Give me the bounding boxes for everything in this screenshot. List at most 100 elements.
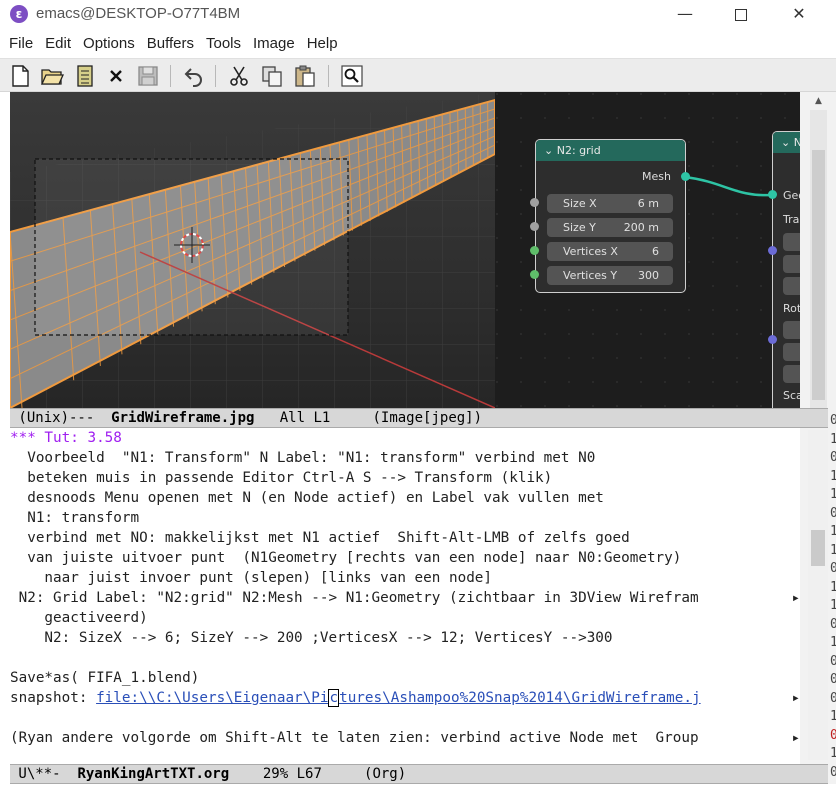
- menu-file[interactable]: File: [4, 30, 38, 58]
- translation-z-field[interactable]: Z: [783, 277, 800, 295]
- field-value: 200 m: [623, 221, 659, 234]
- background-glyph: 1: [830, 635, 836, 650]
- open-folder-icon[interactable]: [40, 64, 65, 88]
- toolbar-separator: [215, 65, 216, 87]
- geometry-input-label: Geom: [783, 189, 800, 202]
- field-label: Size X: [563, 197, 597, 210]
- text-scrollbar[interactable]: [808, 430, 828, 760]
- image-mode-line[interactable]: (Unix)--- GridWireframe.jpg All L1 (Imag…: [10, 408, 828, 428]
- paste-icon[interactable]: [293, 64, 317, 88]
- cut-icon[interactable]: [227, 64, 251, 88]
- rotation-y-field[interactable]: Y: [783, 343, 800, 361]
- node-n2-grid[interactable]: ⌄ N2: grid Mesh Size X 6 m Size Y 200 m Ve…: [535, 139, 686, 293]
- org-text-buffer[interactable]: *** Tut: 3.58 Voorbeeld "N1: Transform" …: [10, 428, 800, 764]
- mode-line-buffer-name: RyanKingArtTXT.org: [77, 766, 230, 782]
- emacs-icon: ε: [10, 5, 28, 23]
- undo-icon[interactable]: [182, 64, 206, 88]
- vertices-y-socket[interactable]: [530, 270, 539, 279]
- image-view: ⌄ N2: grid Mesh Size X 6 m Size Y 200 m Ve…: [10, 92, 800, 408]
- translation-label: Trans: [783, 213, 800, 226]
- text-scrollbar-thumb[interactable]: [811, 530, 825, 566]
- background-glyph: 0: [830, 727, 836, 743]
- vertices-x-field[interactable]: Vertices X 6: [547, 242, 673, 261]
- image-scrollbar-thumb[interactable]: [812, 150, 825, 400]
- buffer-line: desnoods Menu openen met N (en Node acti…: [10, 490, 604, 506]
- node-n1-transform[interactable]: ⌄ N1 Geom Trans X Y Z Rota X Y Z Scale: [772, 131, 800, 408]
- mode-line-position: 29% L67: [229, 766, 365, 782]
- maximize-icon: [735, 8, 747, 21]
- rotation-x-field[interactable]: X: [783, 321, 800, 339]
- field-label: Size Y: [563, 221, 596, 234]
- menu-edit[interactable]: Edit: [40, 30, 76, 58]
- scale-label: Scale: [783, 389, 800, 402]
- background-glyph: 0: [830, 413, 836, 428]
- menu-image[interactable]: Image: [248, 30, 300, 58]
- blender-3d-viewport: [10, 92, 496, 408]
- close-button[interactable]: ✕: [770, 0, 828, 30]
- link-text: file:\\C:\Users\Eigenaar\Pi: [96, 690, 329, 706]
- node-title: N2: grid: [556, 144, 601, 157]
- text-mode-line[interactable]: U\**- RyanKingArtTXT.org 29% L67 (Org): [10, 764, 828, 784]
- node-header[interactable]: ⌄ N1: [773, 132, 800, 153]
- mode-line-major-mode[interactable]: (Org): [364, 766, 406, 782]
- translation-socket[interactable]: [768, 246, 777, 255]
- scroll-up-arrow[interactable]: ▲: [812, 95, 825, 107]
- background-glyph: 1: [830, 487, 836, 502]
- background-glyph: 0: [830, 764, 836, 780]
- node-output-label: Mesh: [642, 170, 671, 183]
- line-truncation-indicator: ▸: [791, 690, 800, 706]
- vertices-x-socket[interactable]: [530, 246, 539, 255]
- menu-tools[interactable]: Tools: [201, 30, 246, 58]
- save-icon[interactable]: [136, 64, 160, 88]
- background-glyph: 1: [830, 579, 836, 595]
- background-glyph: 1: [830, 746, 836, 761]
- field-value: 300: [638, 269, 659, 282]
- tool-bar: [0, 58, 836, 92]
- rotation-z-field[interactable]: Z: [783, 365, 800, 383]
- blender-node-editor: ⌄ N2: grid Mesh Size X 6 m Size Y 200 m Ve…: [495, 92, 800, 408]
- search-icon[interactable]: [340, 64, 364, 88]
- buffer-line: verbind met NO: makkelijkst met N1 actie…: [10, 530, 630, 546]
- translation-y-field[interactable]: Y: [783, 255, 800, 273]
- menu-buffers[interactable]: Buffers: [142, 30, 199, 58]
- size-x-socket[interactable]: [530, 198, 539, 207]
- mode-line-status: U\**-: [10, 766, 78, 782]
- menu-options[interactable]: Options: [78, 30, 140, 58]
- rotation-socket[interactable]: [768, 335, 777, 344]
- snapshot-label: snapshot:: [10, 690, 97, 706]
- mode-line-status: (Unix)---: [10, 410, 112, 426]
- background-glyph: 1: [830, 709, 836, 724]
- translation-x-field[interactable]: X: [783, 233, 800, 251]
- close-buffer-icon[interactable]: [104, 64, 128, 88]
- buffer-line: Save*as( FIFA_1.blend): [10, 670, 200, 686]
- mode-line-position: All L1: [254, 410, 373, 426]
- buffer-line: N2: Grid Label: "N2:grid" N2:Mesh --> N1…: [10, 590, 699, 606]
- line-truncation-indicator: ▸: [791, 730, 800, 746]
- background-glyph: 1: [830, 524, 836, 539]
- minimize-button[interactable]: —: [656, 0, 714, 30]
- buffer-line: naar juist invoer punt (slepen) [links v…: [10, 570, 493, 586]
- menu-help[interactable]: Help: [302, 30, 343, 58]
- background-glyph: 1: [830, 468, 836, 484]
- text-cursor: c: [328, 689, 340, 707]
- size-x-field[interactable]: Size X 6 m: [547, 194, 673, 213]
- copy-icon[interactable]: [260, 64, 284, 88]
- dired-icon[interactable]: [73, 64, 97, 88]
- size-y-socket[interactable]: [530, 222, 539, 231]
- mesh-output-socket[interactable]: [681, 172, 690, 181]
- buffer-line: beteken muis in passende Editor Ctrl-A S…: [10, 470, 553, 486]
- node-header[interactable]: ⌄ N2: grid: [536, 140, 685, 161]
- buffer-line: N1: transform: [10, 510, 140, 526]
- org-heading: *** Tut: 3.58: [10, 430, 122, 446]
- buffer-line: N2: SizeX --> 6; SizeY --> 200 ;Vertices…: [10, 630, 613, 646]
- new-file-icon[interactable]: [8, 64, 32, 88]
- field-value: 6: [652, 245, 659, 258]
- mode-line-major-mode[interactable]: (Image[jpeg]): [372, 410, 482, 426]
- snapshot-file-link[interactable]: file:\\C:\Users\Eigenaar\Pictures\Ashamp…: [96, 689, 701, 707]
- maximize-button[interactable]: [712, 0, 770, 30]
- geometry-input-socket[interactable]: [768, 190, 777, 199]
- size-y-field[interactable]: Size Y 200 m: [547, 218, 673, 237]
- vertices-y-field[interactable]: Vertices Y 300: [547, 266, 673, 285]
- minibuffer[interactable]: [0, 784, 836, 800]
- buffer-line: Voorbeeld "N1: Transform" N Label: "N1: …: [10, 450, 596, 466]
